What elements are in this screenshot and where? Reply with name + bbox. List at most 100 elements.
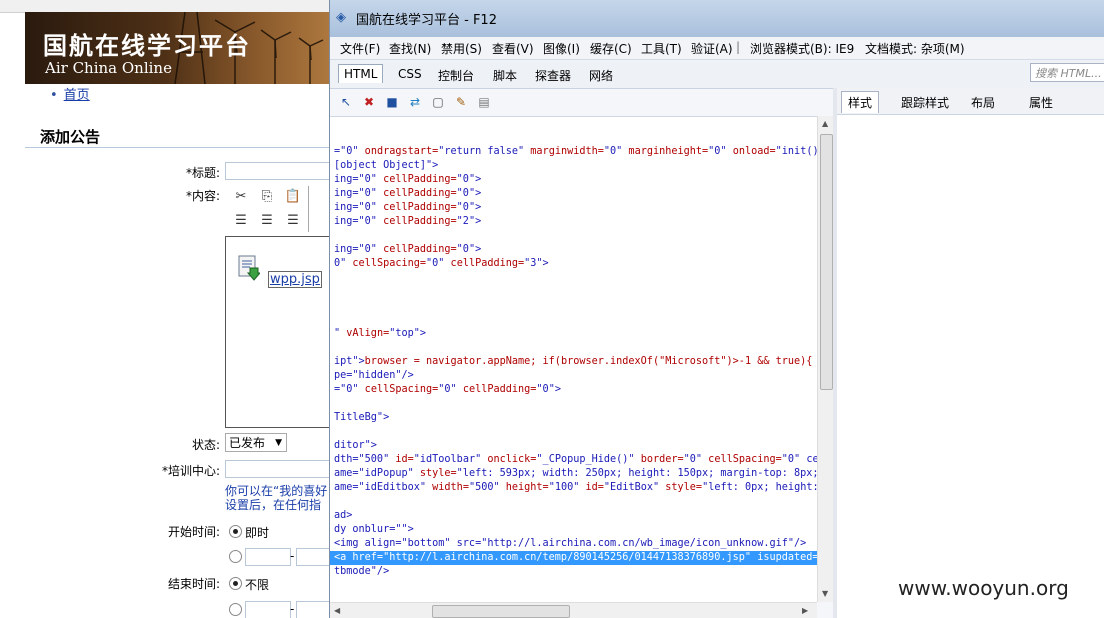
training-center-input[interactable]	[225, 460, 337, 478]
start-immediate-radio[interactable]	[229, 525, 242, 538]
html-source-pane[interactable]: ="0" ondragstart="return false" marginwi…	[330, 116, 817, 603]
source-token: "0"	[603, 146, 623, 157]
cut-icon[interactable]: ✂	[232, 188, 250, 206]
menu-find[interactable]: 查找(N)	[389, 40, 431, 57]
source-line[interactable]: dth="500" id="idToolbar" onclick="_CPopu…	[334, 453, 817, 467]
source-line[interactable]: ing="0" cellPadding="0">	[334, 201, 481, 215]
save-icon[interactable]: ■	[384, 94, 400, 110]
paste-icon[interactable]: 📋	[284, 188, 302, 206]
align-center-icon[interactable]: ☰	[258, 212, 276, 230]
tab-layout[interactable]: 布局	[971, 94, 995, 111]
source-vertical-scrollbar[interactable]: ▲ ▼	[817, 116, 834, 602]
source-line[interactable]: TitleBg">	[334, 411, 389, 425]
end-date-input[interactable]	[245, 601, 291, 618]
refresh-icon[interactable]: ⇄	[407, 94, 423, 110]
source-line[interactable]: pe="hidden"/>	[334, 369, 414, 383]
source-token: "0">	[456, 202, 482, 213]
source-line[interactable]: ="0" ondragstart="return false" marginwi…	[334, 145, 817, 159]
nav-home-link[interactable]: 首页	[64, 88, 90, 103]
scroll-up-icon[interactable]: ▲	[822, 119, 828, 128]
dom-icon[interactable]: ▢	[430, 94, 446, 110]
source-token: ame="idEditbox"	[334, 482, 427, 493]
tab-css[interactable]: CSS	[398, 67, 422, 81]
source-line[interactable]: ="0" cellSpacing="0" cellPadding="0">	[334, 383, 561, 397]
tab-attributes[interactable]: 属性	[1029, 94, 1053, 111]
menu-validate[interactable]: 验证(A)	[691, 40, 733, 57]
source-token: cellPadding=	[444, 258, 525, 269]
tab-network[interactable]: 网络	[589, 67, 613, 84]
source-line[interactable]: ing="0" cellPadding="0">	[334, 187, 481, 201]
menu-images[interactable]: 图像(I)	[543, 40, 580, 57]
source-line[interactable]: " vAlign="top">	[334, 327, 426, 341]
select-element-icon[interactable]: ↖	[338, 94, 354, 110]
source-token: "left: 593px; width: 250px; height: 150p…	[456, 468, 817, 479]
tab-trace-styles[interactable]: 跟踪样式	[901, 94, 949, 111]
html-search-input[interactable]: 搜索 HTML...	[1030, 63, 1104, 82]
title-input[interactable]	[225, 162, 337, 180]
scroll-right-icon[interactable]: ▶	[802, 606, 808, 615]
source-line[interactable]: <img align="bottom" src="http://l.airchi…	[334, 537, 806, 551]
source-line[interactable]: ing="0" cellPadding="0">	[334, 173, 481, 187]
hint-line-1: 你可以在“我的喜好	[225, 484, 328, 498]
start-date-input[interactable]	[245, 548, 291, 566]
banner-chinese-title: 国航在线学习平台	[43, 31, 251, 60]
source-token: 0"	[334, 258, 347, 269]
source-line[interactable]: ame="idEditbox" width="500" height="100"…	[334, 481, 817, 495]
source-line[interactable]: [object Object]">	[334, 159, 438, 173]
file-link[interactable]: wpp.jsp	[268, 271, 322, 288]
source-token: cellSpacing=	[702, 454, 782, 465]
copy-icon[interactable]: ⎘	[258, 188, 276, 206]
dropdown-arrow-icon: ▼	[275, 438, 282, 448]
source-token: ing="0"	[334, 188, 377, 199]
source-token: cellSpacing=	[346, 258, 427, 269]
source-line[interactable]: ing="0" cellPadding="0">	[334, 243, 481, 257]
scroll-thumb[interactable]	[820, 134, 833, 390]
align-right-icon[interactable]: ☰	[284, 212, 302, 230]
word-wrap-icon[interactable]: ▤	[476, 94, 492, 110]
devtools-titlebar[interactable]: ◈ 国航在线学习平台 - F12	[330, 0, 1104, 37]
source-token: "0"	[426, 258, 445, 269]
source-line[interactable]: ing="0" cellPadding="2">	[334, 215, 481, 229]
source-line[interactable]: tbmode"/>	[334, 565, 389, 579]
source-token: marginwidth=	[524, 146, 604, 157]
start-custom-radio[interactable]	[229, 550, 242, 563]
source-horizontal-scrollbar[interactable]: ◀ ▶	[330, 602, 817, 618]
edit-icon[interactable]: ✎	[453, 94, 469, 110]
source-token: id=	[389, 454, 414, 465]
scroll-left-icon[interactable]: ◀	[334, 606, 340, 615]
source-line[interactable]: dy onblur="">	[334, 523, 414, 537]
content-editor[interactable]: wpp.jsp	[225, 236, 337, 428]
tab-profiler[interactable]: 探查器	[535, 67, 571, 84]
end-custom-radio[interactable]	[229, 603, 242, 616]
menu-tools[interactable]: 工具(T)	[641, 40, 682, 57]
html-toolbar: ↖ ✖ ■ ⇄ ▢ ✎ ▤	[330, 89, 830, 115]
devtools-app-icon: ◈	[336, 10, 346, 25]
menu-file[interactable]: 文件(F)	[340, 40, 380, 57]
menu-disable[interactable]: 禁用(S)	[441, 40, 482, 57]
scroll-thumb[interactable]	[432, 605, 570, 618]
menu-view[interactable]: 查看(V)	[492, 40, 534, 57]
status-select[interactable]: 已发布 ▼	[225, 433, 287, 452]
style-tabbar: 样式 跟踪样式 布局 属性	[837, 88, 1104, 115]
menu-cache[interactable]: 缓存(C)	[590, 40, 632, 57]
align-left-icon[interactable]: ☰	[232, 212, 250, 230]
source-token: cellPadding=	[456, 384, 537, 395]
tab-html[interactable]: HTML	[338, 64, 384, 83]
end-unlimited-radio[interactable]	[229, 577, 242, 590]
background-webpage: 国航在线学习平台 Air China Online • 首页 添加公告 *标题: …	[0, 0, 340, 618]
menu-document-mode[interactable]: 文档模式: 杂项(M)	[865, 40, 965, 57]
source-line[interactable]: ditor">	[334, 439, 377, 453]
source-line[interactable]: ipt">browser = navigator.appName; if(bro…	[334, 355, 812, 369]
menu-browser-mode[interactable]: 浏览器模式(B): IE9	[750, 40, 854, 57]
source-line[interactable]: ad>	[334, 509, 352, 523]
source-line[interactable]: ame="idPopup" style="left: 593px; width:…	[334, 467, 817, 481]
source-line[interactable]: <a href="http://l.airchina.com.cn/temp/8…	[330, 551, 817, 565]
source-line[interactable]: 0" cellSpacing="0" cellPadding="3">	[334, 257, 549, 271]
tab-console[interactable]: 控制台	[438, 67, 474, 84]
devtools-menubar: 文件(F) 查找(N) 禁用(S) 查看(V) 图像(I) 缓存(C) 工具(T…	[330, 37, 1104, 60]
source-token: "idToolbar"	[413, 454, 482, 465]
scroll-down-icon[interactable]: ▼	[822, 589, 828, 598]
tab-style[interactable]: 样式	[841, 91, 880, 113]
tab-script[interactable]: 脚本	[493, 67, 517, 84]
clear-icon[interactable]: ✖	[361, 94, 377, 110]
